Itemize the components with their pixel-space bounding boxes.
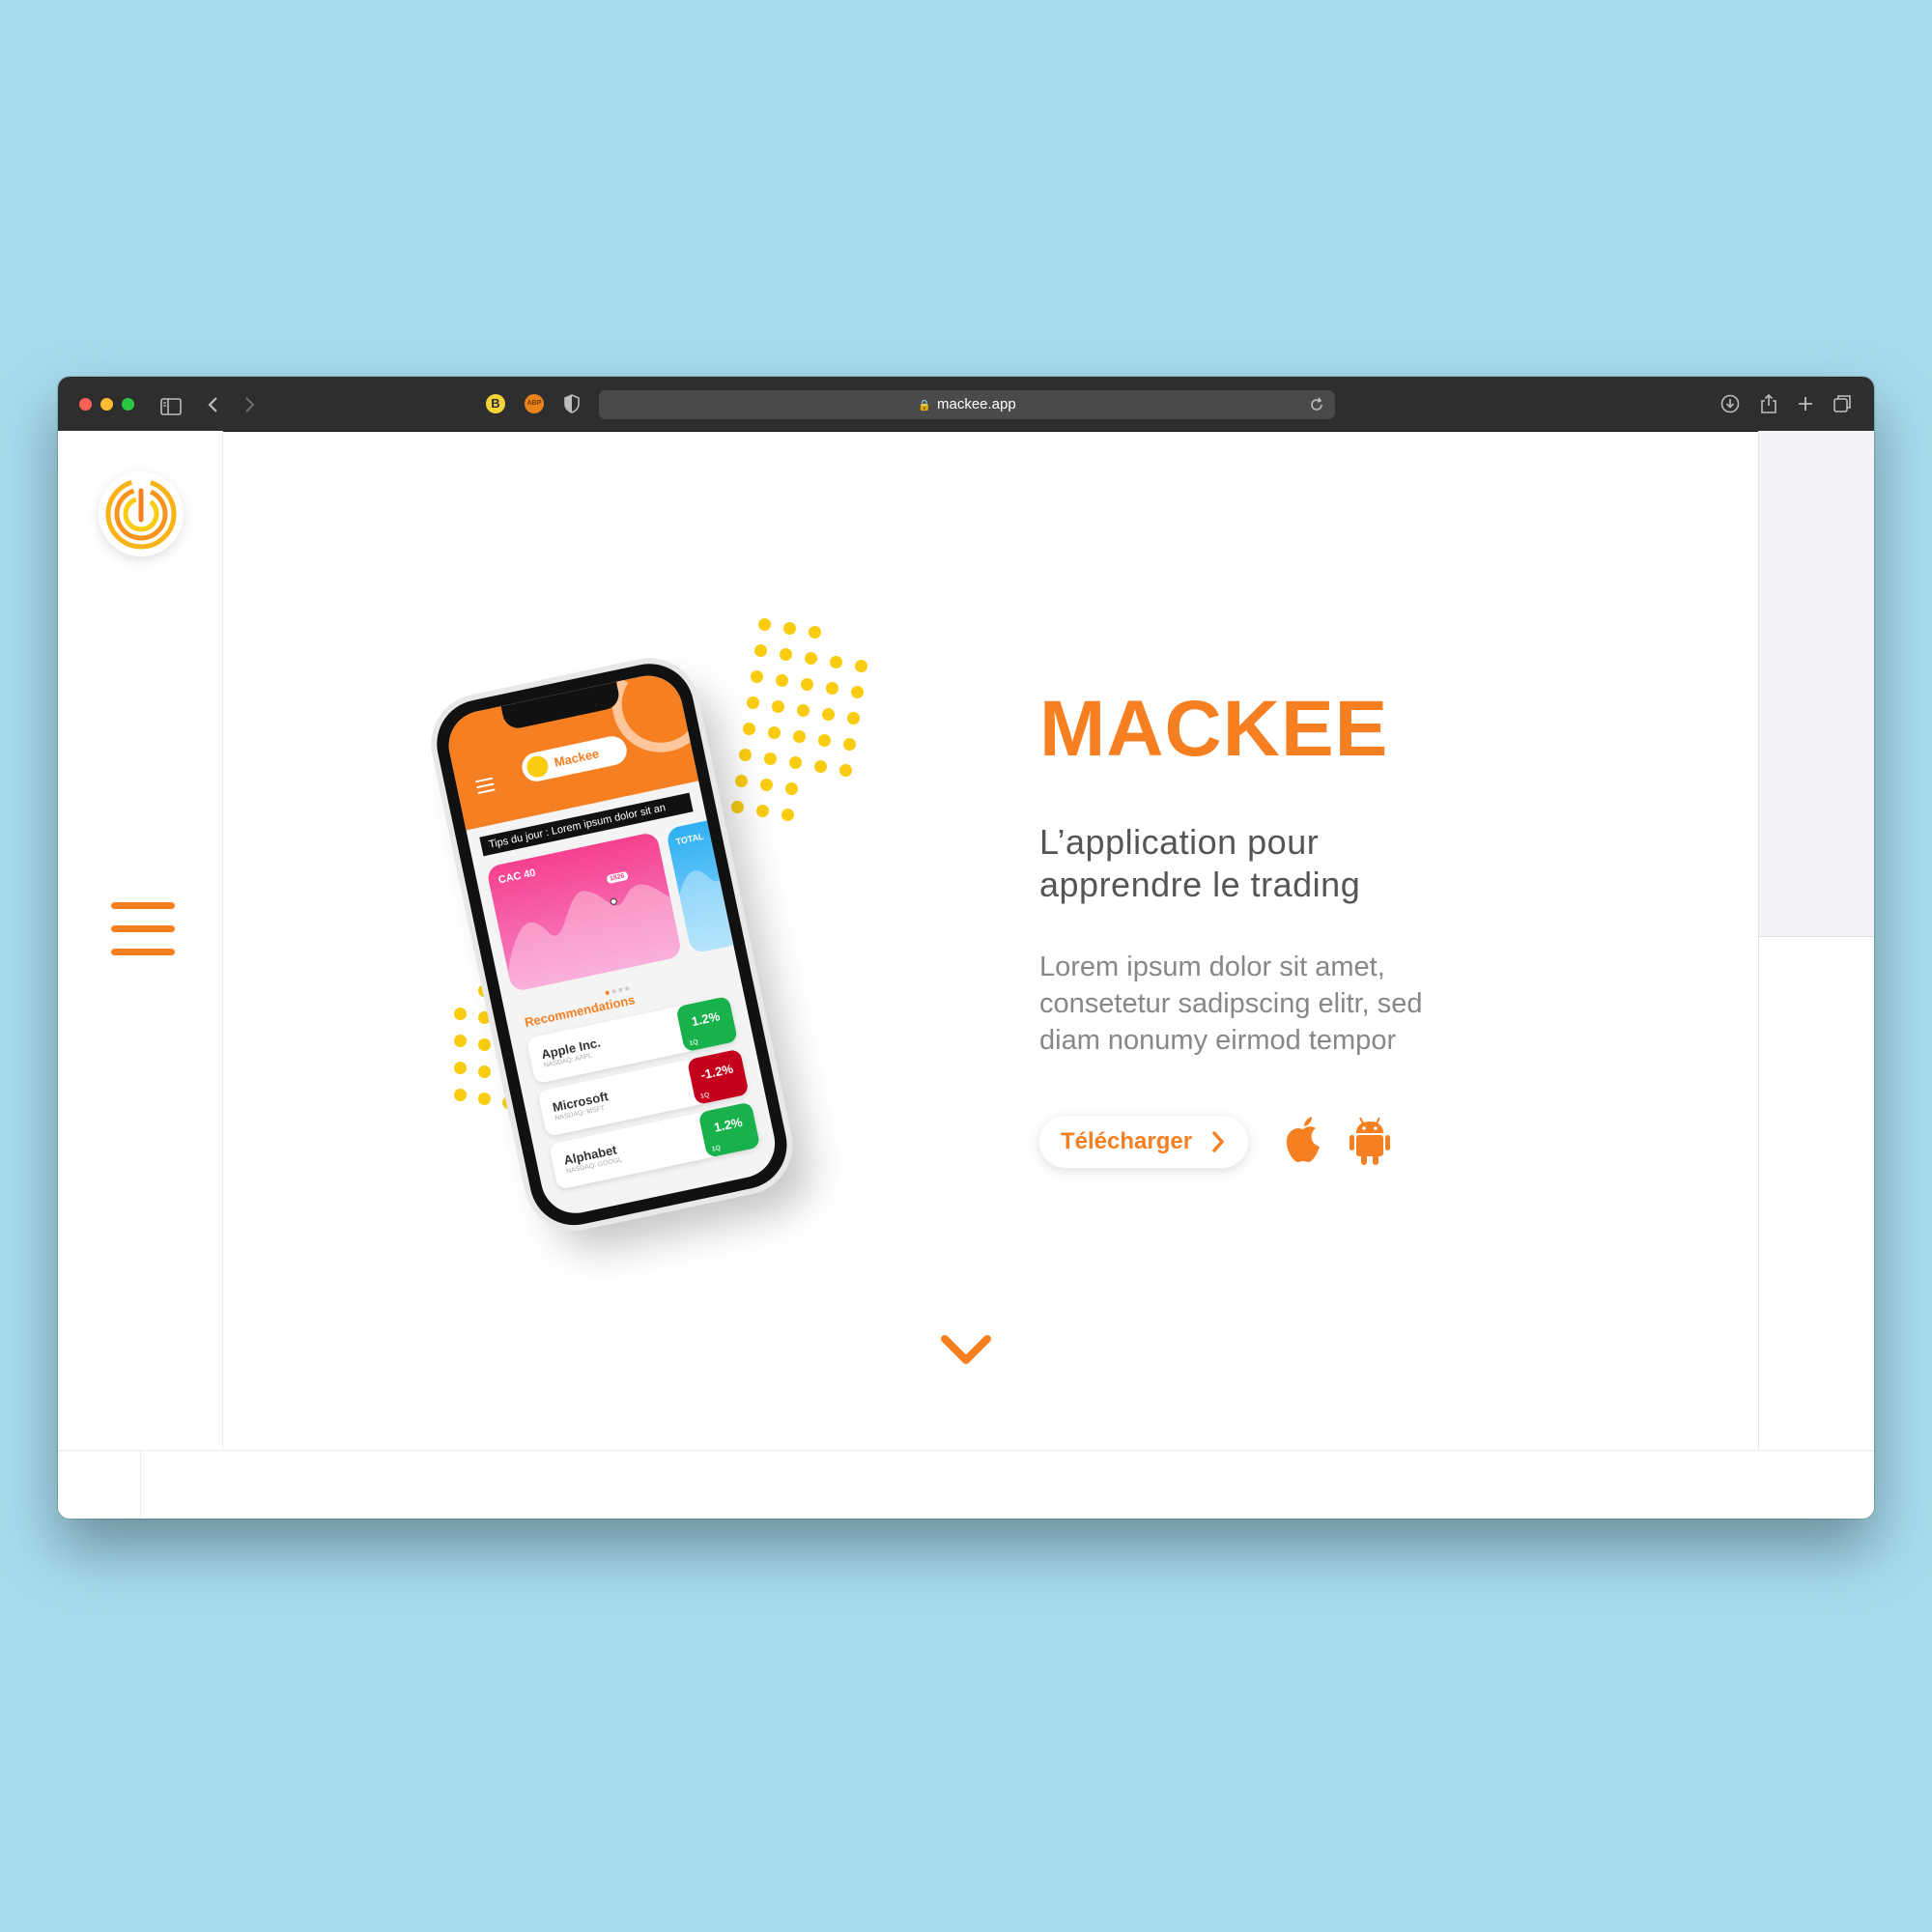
download-button[interactable]: Télécharger xyxy=(1039,1116,1248,1168)
decorative-dot xyxy=(783,622,796,635)
change-badge: 1.2% 1Q xyxy=(675,995,739,1053)
chevron-right-icon xyxy=(1212,1131,1224,1152)
browser-window: B ABP 🔒 mackee.app Mackee Tips du jour:… xyxy=(58,377,1874,1519)
phone-frame: Mackee Tips du jour : Lorem ipsum dolor … xyxy=(428,655,796,1234)
decorative-dot xyxy=(805,652,817,665)
sidebar-toggle-icon[interactable] xyxy=(160,395,182,418)
android-icon[interactable] xyxy=(1349,1116,1391,1166)
adblock-extension-icon[interactable]: ABP xyxy=(525,394,544,413)
back-arrow-icon[interactable] xyxy=(203,393,224,416)
decorative-dot xyxy=(818,734,831,747)
mackee-logo-icon[interactable] xyxy=(99,471,184,556)
minimize-window-button[interactable] xyxy=(100,398,113,411)
app-menu-icon xyxy=(475,777,496,795)
browser-toolbar: B ABP 🔒 mackee.app xyxy=(58,377,1874,432)
downloads-icon[interactable] xyxy=(1719,392,1741,415)
decorative-dot xyxy=(758,618,771,631)
new-tab-icon[interactable] xyxy=(1795,392,1816,415)
hero-title: MACKEE xyxy=(1039,685,1389,773)
decorative-dot xyxy=(814,760,827,773)
decorative-dot xyxy=(826,682,838,695)
share-icon[interactable] xyxy=(1758,392,1779,415)
change-badge: -1.2% 1Q xyxy=(686,1048,750,1106)
url-text: mackee.app xyxy=(936,396,1016,412)
close-window-button[interactable] xyxy=(79,398,92,411)
privacy-shield-icon[interactable] xyxy=(563,394,581,413)
bottom-strip xyxy=(58,1450,1874,1519)
decorative-dot xyxy=(478,1011,491,1024)
zoom-window-button[interactable] xyxy=(122,398,134,411)
decorative-dot xyxy=(847,712,860,724)
left-navigation-rail xyxy=(58,431,223,1450)
decorative-dot xyxy=(454,1008,467,1020)
cac40-area-chart xyxy=(507,884,683,993)
decorative-dot xyxy=(478,1065,491,1078)
decorative-dot xyxy=(478,1093,491,1105)
hamburger-menu-icon[interactable] xyxy=(111,902,175,956)
bottom-divider xyxy=(140,1451,141,1519)
decorative-dot xyxy=(454,1035,467,1047)
decorative-dot xyxy=(797,704,810,717)
right-panel-top xyxy=(1759,431,1874,937)
decorative-dot xyxy=(843,738,856,751)
decorative-dot xyxy=(454,1062,467,1074)
download-button-label: Télécharger xyxy=(1061,1128,1193,1154)
right-side-panel xyxy=(1758,431,1874,1450)
b-extension-icon[interactable]: B xyxy=(486,394,505,413)
hero-description: Lorem ipsum dolor sit amet, consetetur s… xyxy=(1039,952,1423,1056)
phone-screen: Mackee Tips du jour : Lorem ipsum dolor … xyxy=(441,668,781,1220)
decorative-dot xyxy=(855,660,867,672)
decorative-dot xyxy=(830,656,842,668)
decorative-dot xyxy=(478,1038,491,1051)
address-bar[interactable]: 🔒 mackee.app xyxy=(599,390,1335,419)
decorative-dot xyxy=(454,1089,467,1101)
decorative-dot xyxy=(822,708,835,721)
change-badge: 1.2% 1Q xyxy=(697,1101,761,1158)
reload-icon[interactable] xyxy=(1308,396,1325,413)
decorative-dot xyxy=(851,686,864,698)
app-brand-pill: Mackee xyxy=(519,733,630,784)
cac40-card: CAC 40 1826 xyxy=(485,831,683,993)
decorative-dot xyxy=(839,764,852,777)
app-logo-icon xyxy=(525,753,551,780)
forward-arrow-icon[interactable] xyxy=(239,393,260,416)
decorative-dot xyxy=(801,678,813,691)
decorative-dot xyxy=(809,626,821,639)
hero-subtitle: L’application pour apprendre le trading xyxy=(1039,822,1361,904)
lock-icon: 🔒 xyxy=(918,400,931,412)
chevron-down-icon[interactable] xyxy=(939,1333,993,1368)
apple-icon[interactable] xyxy=(1283,1116,1323,1164)
tab-overview-icon[interactable] xyxy=(1832,392,1853,415)
